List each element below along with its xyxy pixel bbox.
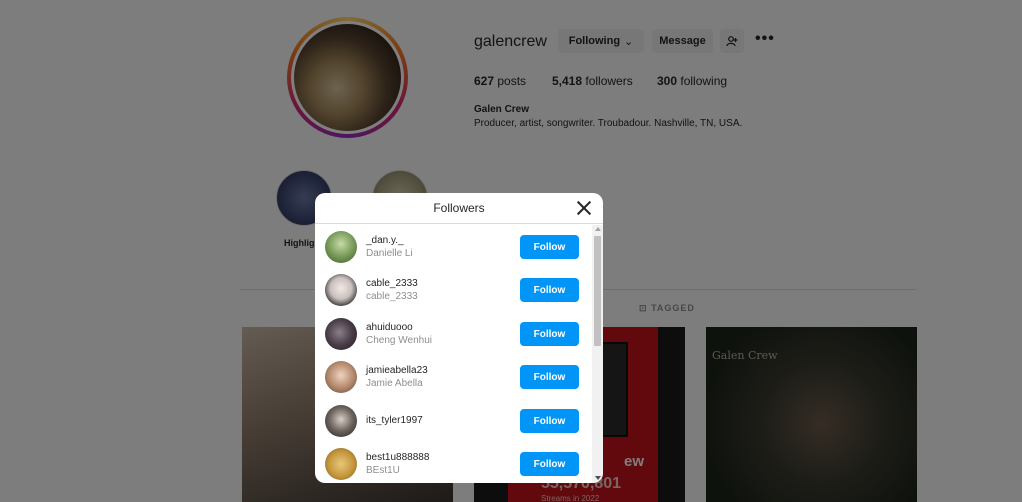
follow-button[interactable]: Follow (520, 409, 579, 433)
scroll-up-arrow-icon[interactable] (595, 227, 601, 231)
avatar[interactable] (325, 318, 357, 350)
follower-username[interactable]: its_tyler1997 (366, 415, 423, 426)
follow-button[interactable]: Follow (520, 452, 579, 476)
list-scrollbar[interactable] (592, 225, 603, 483)
follower-username[interactable]: _dan.y._ (366, 235, 404, 246)
follower-name: cable_2333 (366, 291, 418, 302)
follower-name: Cheng Wenhui (366, 335, 432, 346)
follow-button[interactable]: Follow (520, 235, 579, 259)
avatar[interactable] (325, 361, 357, 393)
follower-name: Danielle Li (366, 248, 413, 259)
scroll-down-arrow-icon[interactable] (595, 476, 601, 480)
followers-list[interactable]: _dan.y._ Danielle Li Follow cable_2333 c… (315, 225, 591, 483)
avatar[interactable] (325, 274, 357, 306)
follower-username[interactable]: ahuiduooo (366, 322, 413, 333)
list-item[interactable]: _dan.y._ Danielle Li Follow (315, 225, 591, 268)
avatar[interactable] (325, 405, 357, 437)
list-item[interactable]: ahuiduooo Cheng Wenhui Follow (315, 312, 591, 355)
follow-button[interactable]: Follow (520, 322, 579, 346)
follower-username[interactable]: cable_2333 (366, 278, 418, 289)
avatar[interactable] (325, 231, 357, 263)
list-item[interactable]: best1u888888 BEst1U Follow (315, 442, 591, 483)
follower-name: Jamie Abella (366, 378, 423, 389)
close-icon[interactable] (575, 199, 593, 217)
follower-username[interactable]: best1u888888 (366, 452, 429, 463)
follow-button[interactable]: Follow (520, 278, 579, 302)
followers-modal: Followers _dan.y._ Danielle Li Follow ca… (315, 193, 603, 483)
list-item[interactable]: cable_2333 cable_2333 Follow (315, 268, 591, 311)
list-item[interactable]: its_tyler1997 Follow (315, 399, 591, 442)
follower-username[interactable]: jamieabella23 (366, 365, 428, 376)
scroll-thumb[interactable] (594, 236, 601, 346)
avatar[interactable] (325, 448, 357, 480)
list-item[interactable]: jamieabella23 Jamie Abella Follow (315, 355, 591, 398)
modal-header: Followers (315, 193, 603, 224)
follower-name: BEst1U (366, 465, 400, 476)
modal-title: Followers (433, 201, 485, 215)
follow-button[interactable]: Follow (520, 365, 579, 389)
